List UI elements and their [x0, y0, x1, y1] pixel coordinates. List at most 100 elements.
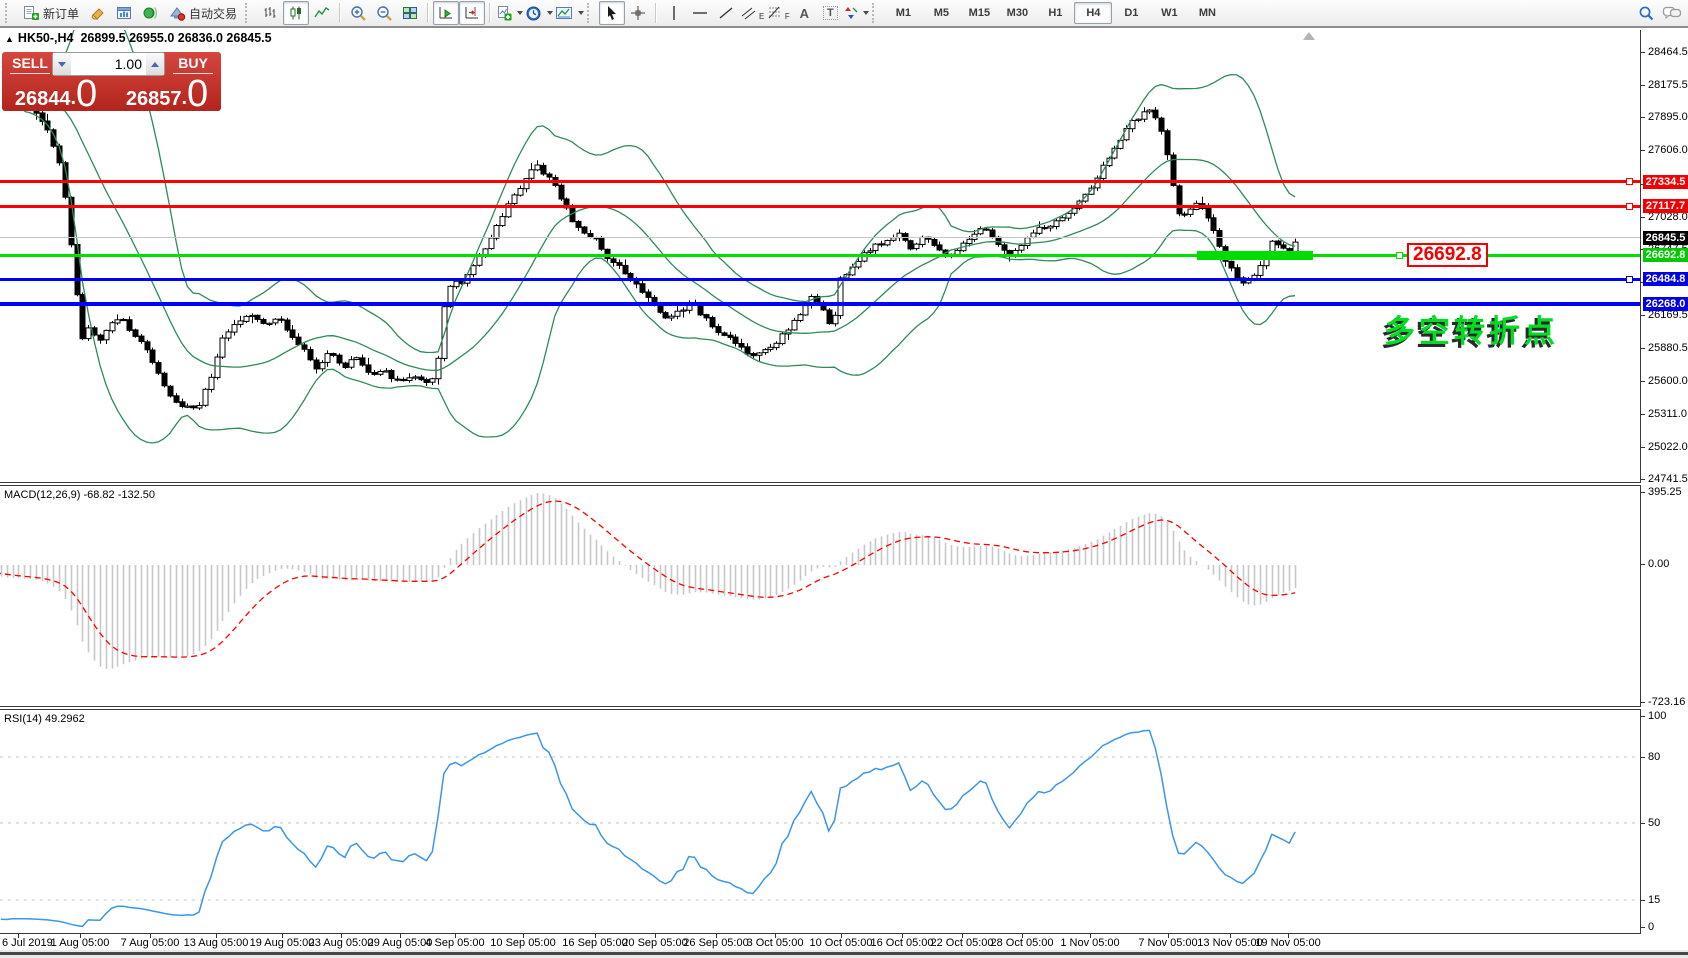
line-handle[interactable]: [1626, 178, 1633, 186]
candle: [762, 349, 769, 354]
candle: [995, 236, 1002, 246]
timeframe-W1[interactable]: W1: [1150, 2, 1188, 24]
arrows-icon: [845, 7, 858, 19]
text-tool[interactable]: A: [791, 1, 817, 25]
vertical-line-tool[interactable]: [661, 1, 687, 25]
trendline-tool[interactable]: [713, 1, 739, 25]
equidistant-channel-tool[interactable]: E: [739, 1, 765, 25]
new-chart-dropdown[interactable]: [495, 1, 524, 25]
toolbar-drag-handle: [5, 3, 13, 23]
text-annotation[interactable]: 多空转折点: [1384, 306, 1559, 351]
autotrading-label: 自动交易: [189, 6, 238, 21]
macd-pane[interactable]: MACD(12,26,9) -68.82 -132.50: [0, 485, 1641, 707]
candle: [429, 378, 436, 383]
candle: [114, 319, 121, 324]
date-label: 29 Aug 05:00: [367, 937, 433, 949]
candle: [1216, 230, 1223, 247]
candle: [266, 322, 273, 325]
sell-price[interactable]: 26844. 0: [2, 75, 110, 113]
templates-dropdown[interactable]: [554, 1, 585, 25]
candlestick-chart-button[interactable]: [283, 1, 310, 25]
chart-window-button[interactable]: [111, 1, 137, 25]
thick-trend-segment[interactable]: [1197, 250, 1313, 260]
date-axis[interactable]: 6 Jul 2019 1 Aug 05:00 7 Aug 05:00 13 Aug 0…: [0, 934, 1688, 950]
line-handle[interactable]: [1626, 203, 1633, 210]
volume-increase-button[interactable]: [146, 53, 164, 75]
text-label-tool[interactable]: T: [817, 1, 843, 25]
candle: [546, 173, 553, 178]
candle: [272, 318, 279, 324]
new-order-button[interactable]: 新订单: [17, 1, 85, 25]
candle: [750, 353, 757, 357]
candle: [645, 291, 652, 298]
volume-input[interactable]: [71, 53, 146, 75]
chat-button[interactable]: [1659, 1, 1685, 25]
price-callout-label[interactable]: 26692.8: [1407, 243, 1488, 267]
candle: [744, 346, 751, 355]
bar-chart-button[interactable]: [257, 1, 283, 25]
candle: [103, 329, 110, 341]
crosshair-button[interactable]: [625, 1, 651, 25]
horizontal-line-27334.5[interactable]: [0, 180, 1640, 184]
main-chart-pane[interactable]: [0, 30, 1641, 483]
tile-windows-button[interactable]: [397, 1, 423, 25]
tile-windows-icon: [403, 7, 418, 19]
timeframe-D1[interactable]: D1: [1112, 2, 1150, 24]
eraser-button[interactable]: [85, 1, 111, 25]
candle: [732, 336, 739, 344]
timeframe-M5[interactable]: M5: [922, 2, 960, 24]
candle: [872, 243, 879, 252]
sell-button[interactable]: SELL: [2, 52, 58, 76]
horizontal-line-26692.8[interactable]: [0, 253, 1640, 257]
timeframe-H4[interactable]: H4: [1074, 2, 1113, 24]
fibonacci-tool[interactable]: F: [765, 1, 791, 25]
candle: [797, 314, 804, 322]
down-arrow-icon: [58, 61, 66, 67]
candle: [639, 283, 646, 293]
line-handle[interactable]: [1396, 251, 1403, 259]
timeframe-M15[interactable]: M15: [960, 2, 998, 24]
auto-scroll-button[interactable]: [433, 1, 460, 25]
rsi-pane[interactable]: RSI(14) 49.2962: [0, 709, 1641, 934]
horizontal-line-26484.8[interactable]: [0, 277, 1640, 281]
candle: [97, 334, 104, 341]
horizontal-line-27117.7[interactable]: [0, 205, 1640, 208]
autotrading-button[interactable]: 自动交易: [163, 1, 243, 25]
candle: [1234, 267, 1241, 279]
price-axis[interactable]: 28464.528175.527895.027606.027317.027028…: [1641, 30, 1688, 934]
date-label: 7 Nov 05:00: [1138, 937, 1198, 949]
timeframe-H1[interactable]: H1: [1036, 2, 1074, 24]
candle: [1018, 245, 1025, 251]
line-handle[interactable]: [1626, 275, 1633, 283]
candle: [622, 264, 629, 275]
candle: [435, 357, 442, 380]
line-chart-button[interactable]: [309, 1, 335, 25]
zoom-in-button[interactable]: [345, 1, 371, 25]
signals-button[interactable]: [137, 1, 163, 25]
price-tick: [1641, 414, 1645, 415]
macd-layer: [0, 493, 1297, 669]
price-tick-label: 25600.0: [1648, 375, 1688, 387]
price-badge: 27117.7: [1643, 199, 1688, 213]
search-button[interactable]: [1633, 1, 1659, 25]
timeframe-MN[interactable]: MN: [1188, 2, 1226, 24]
buy-price[interactable]: 26857. 0: [113, 75, 221, 113]
horizontal-line-tool[interactable]: [687, 1, 713, 25]
cursor-button[interactable]: [599, 1, 626, 25]
volume-decrease-button[interactable]: [53, 53, 71, 75]
rsi-tick: [1641, 900, 1645, 901]
horizontal-line-26845.5[interactable]: [0, 237, 1640, 239]
periods-dropdown[interactable]: [524, 1, 554, 25]
timeframe-M30[interactable]: M30: [998, 2, 1036, 24]
timeframe-M1[interactable]: M1: [884, 2, 922, 24]
candle: [388, 370, 395, 380]
candle: [919, 236, 926, 245]
zoom-out-button[interactable]: [371, 1, 397, 25]
chart-shift-button[interactable]: [459, 1, 486, 25]
arrows-dropdown[interactable]: [843, 1, 870, 25]
rsi-tick-label: 50: [1648, 817, 1661, 829]
candle: [907, 240, 914, 250]
candlestick-chart-icon: [290, 6, 302, 20]
macd-tick: [1641, 702, 1645, 703]
candle: [1001, 244, 1008, 251]
